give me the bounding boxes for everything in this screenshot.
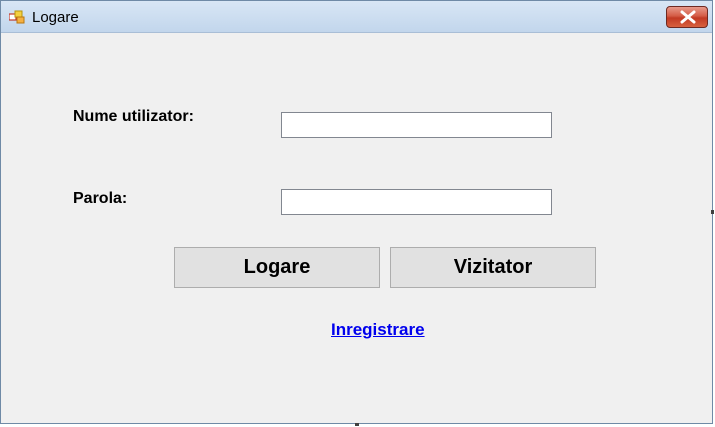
username-label: Nume utilizator: [73,108,194,125]
resize-edge-mark [711,210,714,214]
form-client-area: Nume utilizator: Parola: Logare Vizitato… [1,33,712,423]
guest-button[interactable]: Vizitator [390,247,596,288]
resize-edge-mark [355,423,359,426]
password-input[interactable] [281,189,552,215]
app-icon [8,10,25,24]
title-bar[interactable]: Logare [1,1,712,33]
close-icon [680,10,696,24]
password-label: Parola: [73,190,128,207]
login-button[interactable]: Logare [174,247,380,288]
window-title: Logare [32,9,79,26]
close-button[interactable] [666,6,708,28]
login-window: Logare Nume utilizator: Parola: Logare V… [0,0,713,424]
username-input[interactable] [281,112,552,138]
register-link[interactable]: Inregistrare [331,320,425,340]
